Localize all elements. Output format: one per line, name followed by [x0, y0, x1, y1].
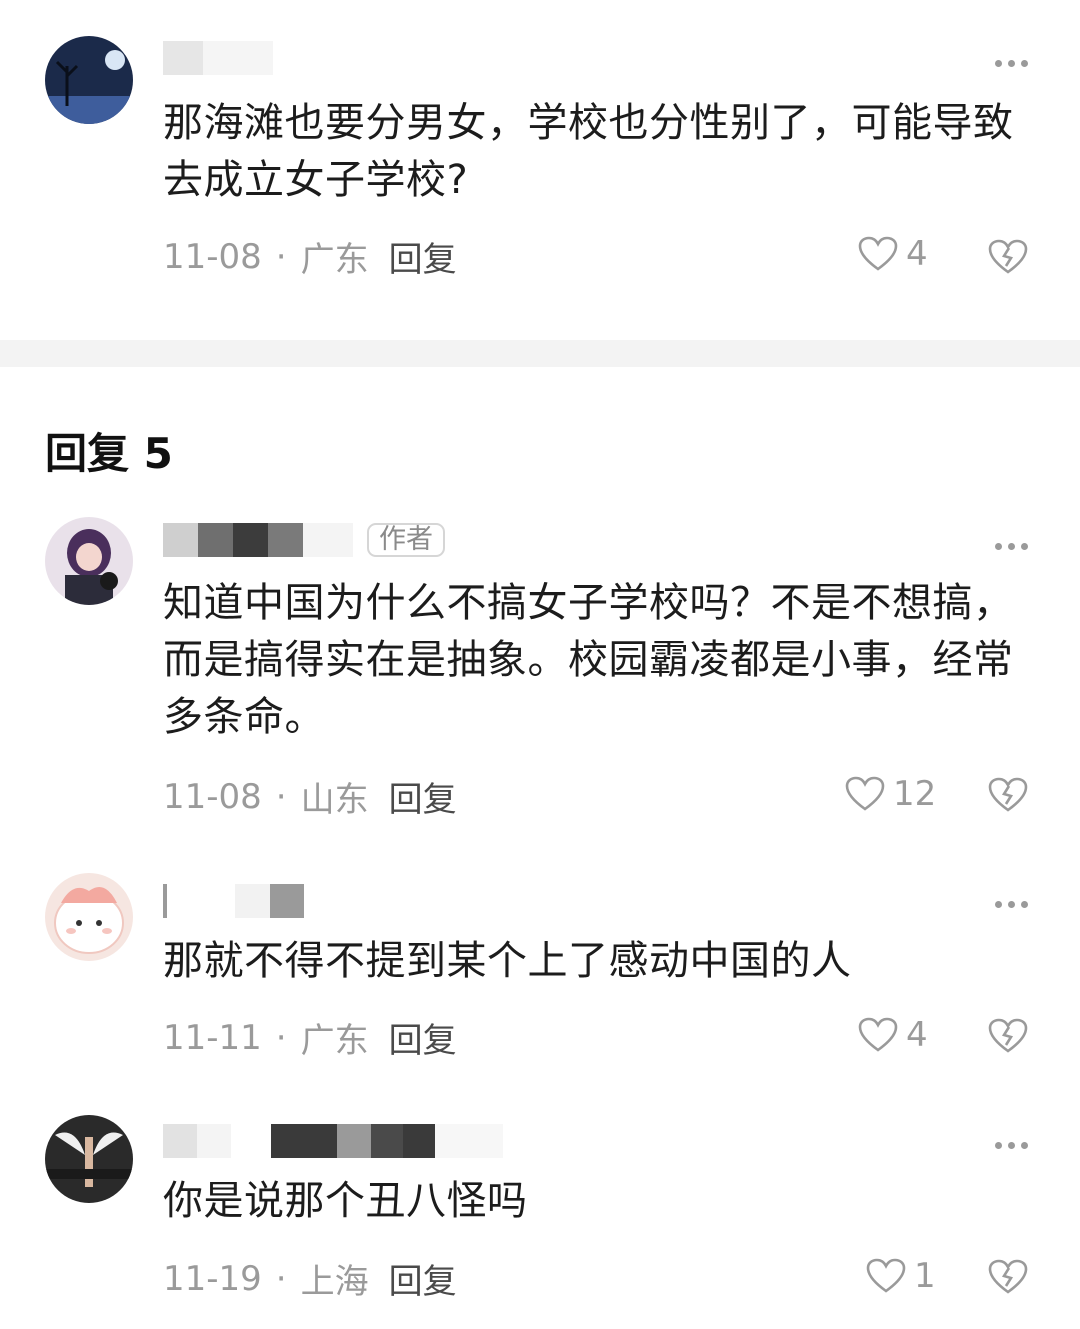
reply-button[interactable]: 回复	[389, 1013, 457, 1062]
like-button[interactable]: 1	[866, 1256, 936, 1296]
author-badge: 作者	[367, 523, 445, 557]
username-redacted[interactable]	[163, 1121, 503, 1161]
more-dots-icon[interactable]	[989, 893, 1028, 912]
heart-outline-icon	[858, 1017, 898, 1052]
separator: ·	[275, 1017, 287, 1058]
avatar[interactable]	[45, 36, 133, 124]
like-count: 4	[906, 1015, 928, 1055]
reply-button[interactable]: 回复	[389, 772, 457, 821]
comment-text: 那就不得不提到某个上了感动中国的人	[163, 938, 852, 984]
separator: ·	[275, 776, 287, 817]
avatar[interactable]	[45, 1115, 133, 1203]
separator: ·	[275, 1258, 287, 1299]
more-dots-icon[interactable]	[989, 52, 1028, 71]
dislike-button[interactable]	[988, 1256, 1028, 1296]
dislike-button[interactable]	[988, 1015, 1028, 1055]
like-button[interactable]: 4	[858, 1015, 928, 1055]
reply-button[interactable]: 回复	[389, 232, 457, 281]
comment-location: 上海	[300, 1262, 369, 1302]
comment-date: 11-19	[163, 1258, 262, 1299]
comment-location: 广东	[300, 240, 369, 280]
comment-date: 11-11	[163, 1017, 262, 1058]
comment-meta: 11-19 · 上海 回复	[163, 1254, 457, 1303]
comment-date: 11-08	[163, 776, 262, 817]
more-dots-icon[interactable]	[989, 535, 1028, 554]
replies-header: 回复 5	[45, 429, 173, 478]
broken-heart-icon	[988, 1018, 1028, 1053]
heart-outline-icon	[858, 236, 898, 271]
comment-meta: 11-08 · 山东 回复	[163, 772, 457, 821]
dislike-button[interactable]	[988, 774, 1028, 814]
heart-outline-icon	[866, 1258, 906, 1293]
comment-text: 那海滩也要分男女，学校也分性别了，可能导致去成立女子学校?	[163, 100, 1014, 203]
like-button[interactable]: 4	[858, 234, 928, 274]
username-redacted[interactable]	[163, 881, 304, 921]
like-count: 12	[893, 774, 937, 814]
like-button[interactable]: 12	[845, 774, 936, 814]
broken-heart-icon	[988, 239, 1028, 274]
comment-text: 你是说那个丑八怪吗	[163, 1178, 528, 1224]
reply-button[interactable]: 回复	[389, 1254, 457, 1303]
more-dots-icon[interactable]	[989, 1134, 1028, 1153]
like-count: 1	[914, 1256, 936, 1296]
comment-text: 知道中国为什么不搞女子学校吗？不是不想搞，而是搞得实在是抽象。校园霸凌都是小事，…	[163, 580, 1014, 740]
comment-meta: 11-11 · 广东 回复	[163, 1013, 457, 1062]
section-divider	[0, 340, 1080, 367]
comment-location: 山东	[300, 780, 369, 820]
broken-heart-icon	[988, 1259, 1028, 1294]
username-redacted[interactable]	[163, 38, 273, 78]
separator: ·	[275, 236, 287, 277]
dislike-button[interactable]	[988, 236, 1028, 276]
comment-meta: 11-08 · 广东 回复	[163, 232, 457, 281]
broken-heart-icon	[988, 777, 1028, 812]
comment-date: 11-08	[163, 236, 262, 277]
avatar[interactable]	[45, 873, 133, 961]
username-redacted[interactable]: 作者	[163, 520, 445, 560]
avatar[interactable]	[45, 517, 133, 605]
comment-location: 广东	[300, 1021, 369, 1061]
heart-outline-icon	[845, 776, 885, 811]
like-count: 4	[906, 234, 928, 274]
